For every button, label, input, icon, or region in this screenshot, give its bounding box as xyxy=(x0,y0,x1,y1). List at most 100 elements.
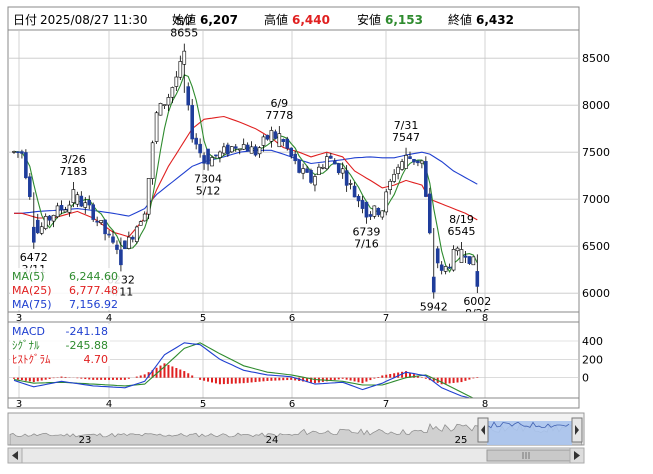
candle-body xyxy=(364,201,369,218)
macd-y-tick: 400 xyxy=(582,335,603,348)
stock-chart-widget: 日付 2025/08/27 11:30 始値 6,207 高値 6,440 安値… xyxy=(0,0,653,470)
candle-body xyxy=(174,76,179,87)
close-value: 6,432 xyxy=(476,13,514,27)
candle-body xyxy=(459,249,464,263)
candle-body xyxy=(218,151,222,158)
price-y-tick: 7500 xyxy=(582,146,610,159)
candle-body xyxy=(20,151,24,154)
candle-body xyxy=(257,147,262,155)
candle-body xyxy=(372,205,377,217)
candle-body xyxy=(416,160,420,164)
candle-body xyxy=(328,155,333,159)
ma5-legend-value: 6,244.60 xyxy=(69,270,118,283)
scrollbar[interactable] xyxy=(7,447,585,464)
candle-body xyxy=(182,50,187,65)
candle-body xyxy=(420,160,424,164)
scroll-right-button[interactable] xyxy=(569,447,585,464)
x-tick: 8 xyxy=(482,399,488,410)
macd-legend-label: MACD xyxy=(12,325,45,338)
macd-y-tick: 0 xyxy=(582,372,589,385)
candle-body xyxy=(16,151,20,154)
candle-body xyxy=(119,249,123,266)
candle-body xyxy=(325,156,329,170)
candle-body xyxy=(158,103,163,116)
ma25-legend-value: 6,777.48 xyxy=(69,284,118,297)
candle-body xyxy=(249,146,254,154)
macd-legend-value: -241.18 xyxy=(66,325,108,338)
navigator-label-23: 23 xyxy=(79,435,92,446)
candle-body xyxy=(475,271,480,287)
ma-legend: MA(5) 6,244.60 MA(25) 6,777.48 MA(75) 7,… xyxy=(10,268,120,311)
candle-body xyxy=(226,144,230,155)
scroll-left-button[interactable] xyxy=(7,447,23,464)
open-value: 6,207 xyxy=(200,13,238,27)
candle-body xyxy=(71,189,76,203)
close-label: 終値 xyxy=(448,12,472,27)
date-label: 日付 xyxy=(13,13,37,27)
candle-body xyxy=(166,97,171,106)
candle-body xyxy=(285,138,290,149)
candle-body xyxy=(51,214,56,222)
candle-body xyxy=(186,86,191,106)
candle-body xyxy=(190,105,194,140)
x-tick: 4 xyxy=(106,399,112,410)
candle-body xyxy=(424,161,428,197)
annotation-line-2: 7/16 xyxy=(354,238,379,251)
candle-body xyxy=(28,176,32,197)
annotation-line-2: 8655 xyxy=(170,27,198,40)
candle-body xyxy=(194,137,198,145)
annotation-line-2: 7183 xyxy=(59,165,87,178)
candle-body xyxy=(376,207,381,216)
navigator-right-handle[interactable] xyxy=(571,417,583,443)
candle-body xyxy=(241,144,246,150)
candle-body xyxy=(471,256,476,266)
macd-y-tick: 200 xyxy=(582,353,603,366)
candle-body xyxy=(281,139,286,142)
candle-body xyxy=(301,168,305,174)
candle-body xyxy=(293,153,297,162)
candle-body xyxy=(455,247,460,252)
candle-body xyxy=(245,144,250,152)
price-y-tick: 6000 xyxy=(582,287,610,300)
candle-body xyxy=(277,133,282,148)
candle-body xyxy=(83,202,88,208)
macd-legend: MACD -241.18 ｼｸﾞﾅﾙ -245.88 ﾋｽﾄｸﾞﾗﾑ 4.70 xyxy=(10,324,110,366)
candle-body xyxy=(170,87,175,98)
price-y-tick: 7000 xyxy=(582,193,610,206)
candle-body xyxy=(233,146,238,149)
candle-body xyxy=(210,157,214,167)
candle-body xyxy=(384,191,389,213)
candle-body xyxy=(123,240,127,250)
candle-body xyxy=(392,173,396,182)
low-value: 6,153 xyxy=(385,13,423,27)
candle-body xyxy=(107,233,111,236)
candle-body xyxy=(404,155,408,169)
candle-body xyxy=(467,256,472,264)
candle-body xyxy=(111,236,115,243)
candle-body xyxy=(388,180,393,190)
high-label: 高値 xyxy=(264,12,288,27)
candle-body xyxy=(317,166,321,176)
candle-body xyxy=(360,200,365,209)
navigator-label-24: 24 xyxy=(266,435,279,446)
x-tick: 6 xyxy=(289,399,295,410)
candle-body xyxy=(289,147,294,157)
candle-body xyxy=(340,168,345,174)
candle-body xyxy=(237,148,242,151)
candle-body xyxy=(103,219,107,235)
histogram-legend-value: 4.70 xyxy=(84,353,109,366)
candle-body xyxy=(344,170,349,186)
candle-body xyxy=(24,152,28,179)
candle-body xyxy=(43,216,48,229)
navigator[interactable]: 23 24 25 xyxy=(7,412,585,446)
annotation-line-2: 5/12 xyxy=(196,185,221,198)
candle-body xyxy=(59,205,64,211)
signal-legend-value: -245.88 xyxy=(66,339,108,352)
navigator-left-handle[interactable] xyxy=(477,417,489,443)
candle-body xyxy=(79,195,84,207)
date-value: 2025/08/27 11:30 xyxy=(40,13,148,27)
candle-body xyxy=(269,130,274,142)
candle-body xyxy=(273,131,278,139)
candle-body xyxy=(91,204,95,220)
candle-body xyxy=(63,209,68,213)
